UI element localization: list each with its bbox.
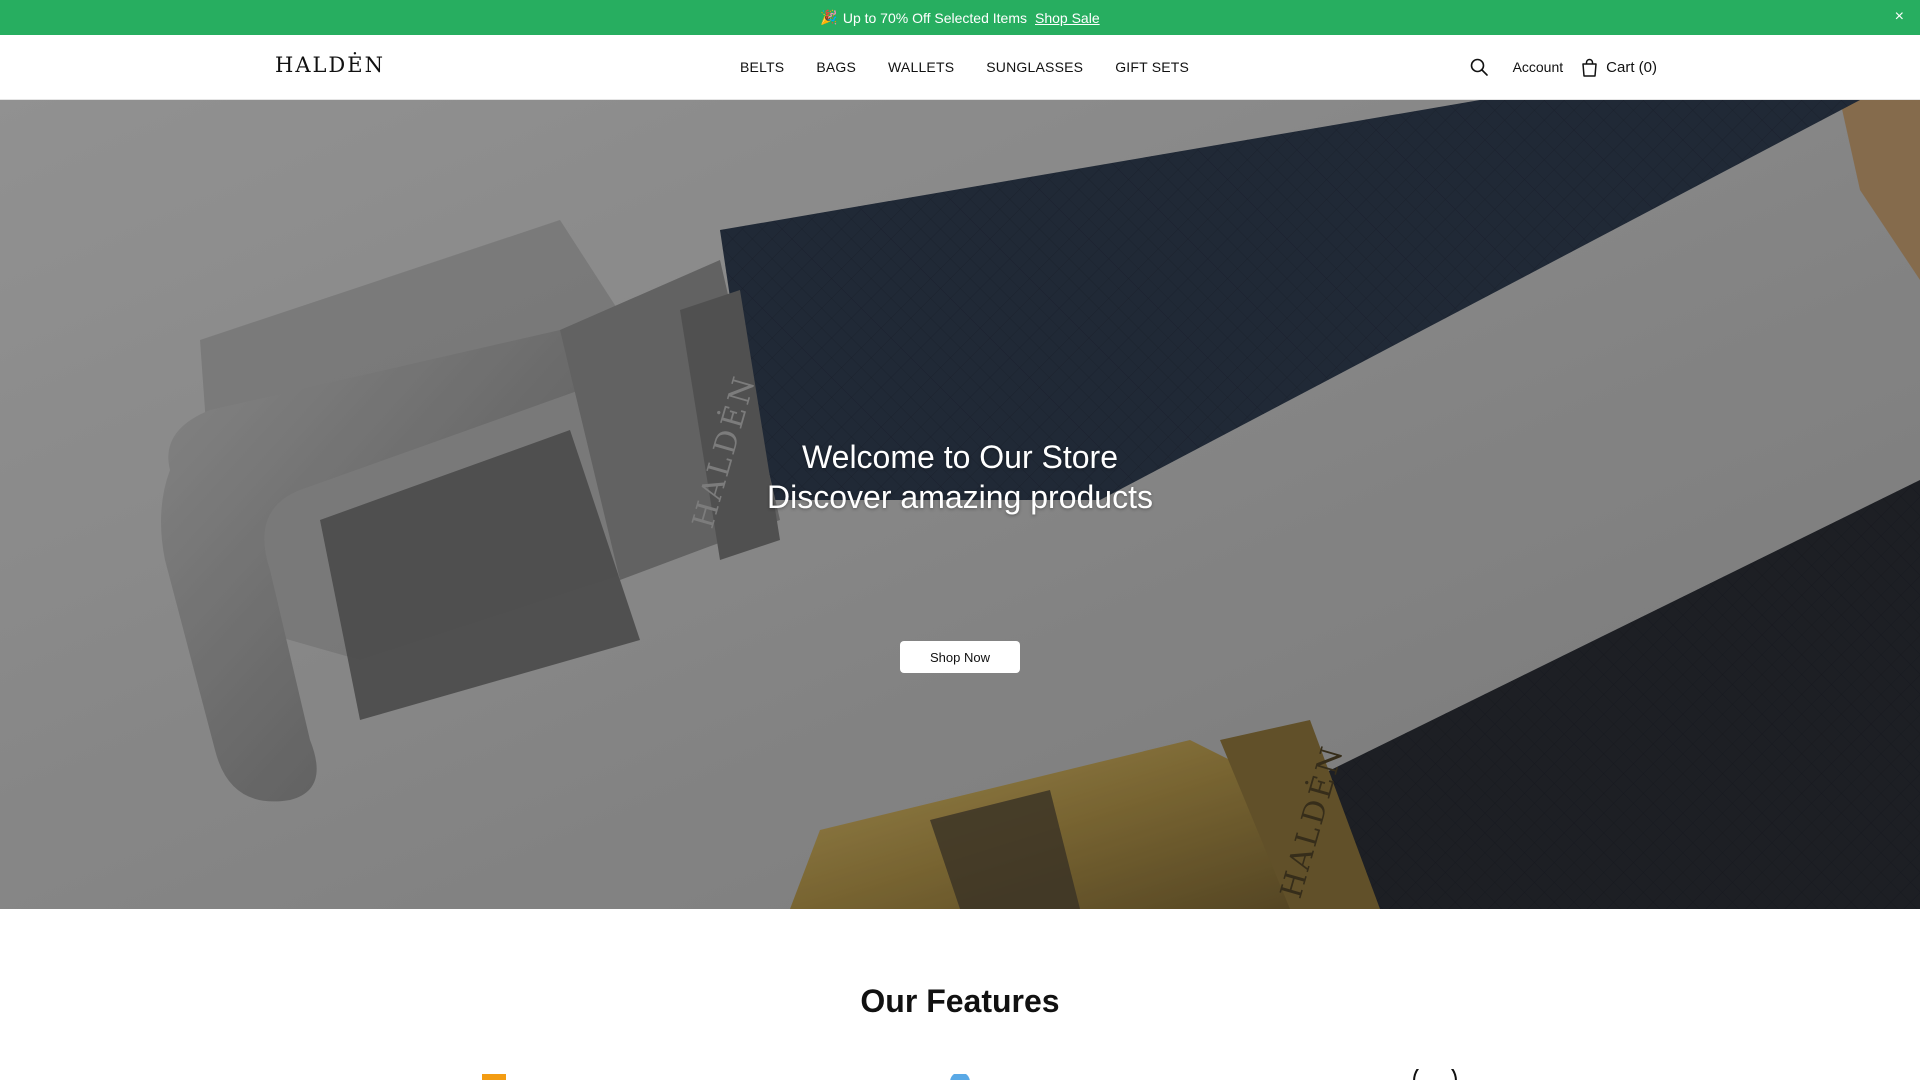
header-utilities: Account Cart (0) <box>1469 35 1657 99</box>
hero-subtitle: Discover amazing products <box>767 479 1153 515</box>
hero-banner: HALDĖN HALDĖN Welcome to Our Store Disco… <box>0 100 1920 909</box>
nav-sunglasses[interactable]: SUNGLASSES <box>986 59 1083 75</box>
close-icon[interactable]: × <box>1895 8 1904 26</box>
features-section: Our Features <box>0 909 1920 1080</box>
logo[interactable]: HALDĖN <box>275 53 385 77</box>
announcement-bar: 🎉 Up to 70% Off Selected Items Shop Sale… <box>0 0 1920 35</box>
announcement-text: Up to 70% Off Selected Items <box>842 9 1027 26</box>
shopping-bag-icon <box>1582 58 1597 77</box>
search-icon[interactable] <box>1469 57 1489 77</box>
nav-belts[interactable]: BELTS <box>740 59 784 75</box>
globe-icon <box>950 1074 970 1080</box>
party-popper-icon: 🎉 <box>820 9 838 25</box>
main-nav: BELTS BAGS WALLETS SUNGLASSES GIFT SETS <box>740 35 1189 99</box>
circle-icon <box>1413 1069 1457 1080</box>
cart-button[interactable]: Cart (0) <box>1581 58 1657 77</box>
shop-sale-link[interactable]: Shop Sale <box>1035 10 1100 26</box>
badge-icon <box>482 1074 506 1080</box>
nav-bags[interactable]: BAGS <box>816 59 856 75</box>
nav-gift-sets[interactable]: GIFT SETS <box>1115 59 1189 75</box>
cart-label: Cart (0) <box>1606 58 1657 76</box>
nav-wallets[interactable]: WALLETS <box>888 59 954 75</box>
hero-title: Welcome to Our Store <box>802 439 1118 475</box>
hero-heading: Welcome to Our Store Discover amazing pr… <box>0 437 1920 517</box>
account-link[interactable]: Account <box>1513 59 1564 75</box>
features-title: Our Features <box>860 983 1060 1019</box>
shop-now-button[interactable]: Shop Now <box>900 641 1020 673</box>
site-header: HALDĖN BELTS BAGS WALLETS SUNGLASSES GIF… <box>0 35 1920 100</box>
